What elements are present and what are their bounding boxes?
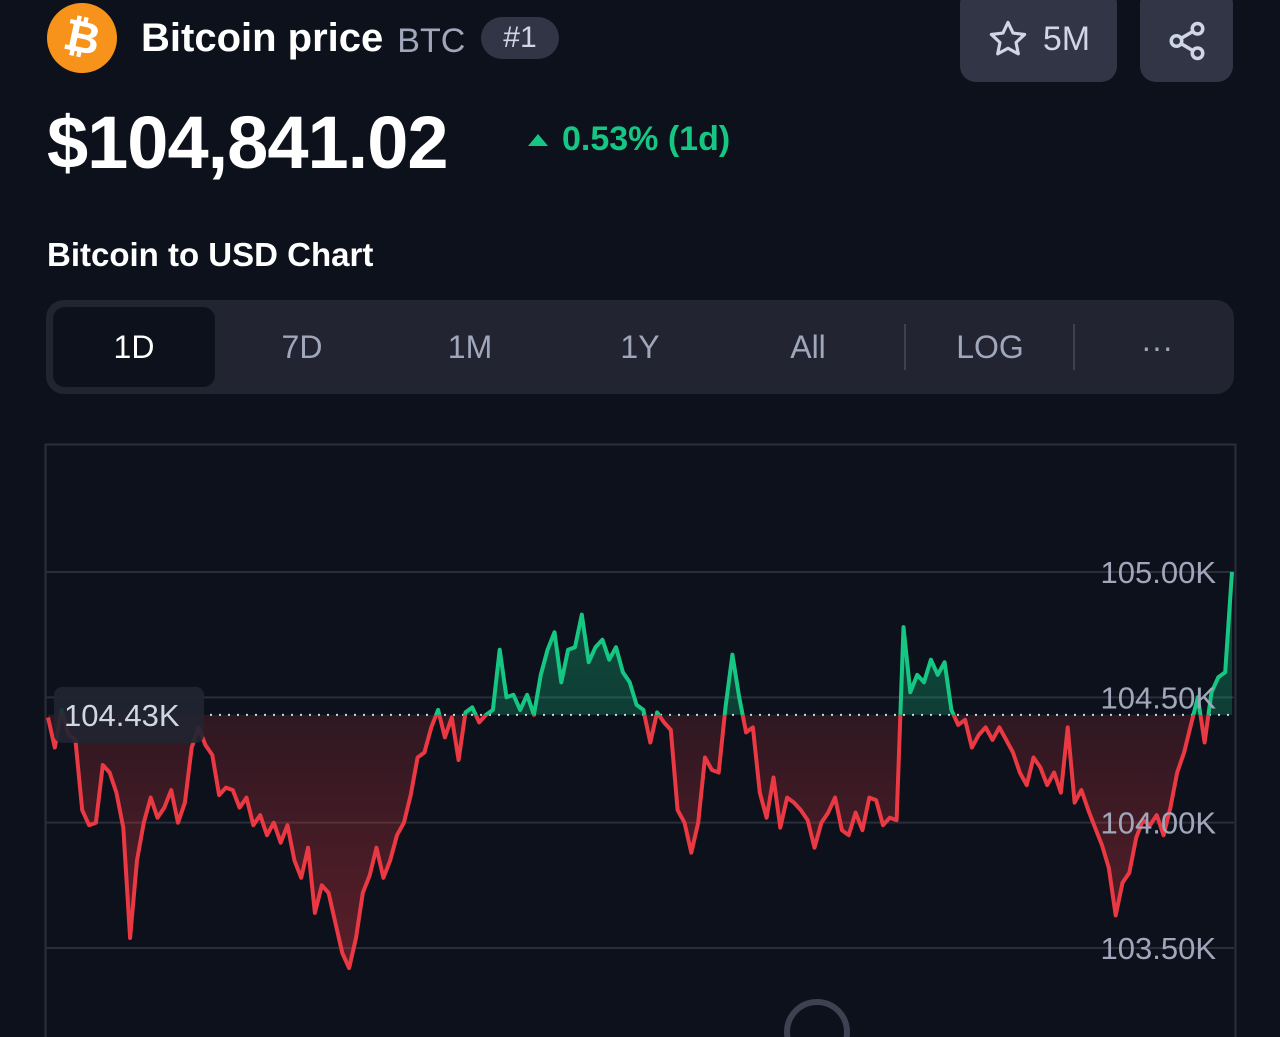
tab-log[interactable]: LOG xyxy=(912,307,1068,387)
bitcoin-glyph: ₿ xyxy=(59,9,105,66)
watchlist-count: 5M xyxy=(1042,19,1091,58)
y-tick-label: 105.00K xyxy=(1101,555,1217,590)
price-chart[interactable]: 105.00K 104.50K 104.00K 103.50K 104.43K xyxy=(0,430,1280,1037)
share-button[interactable] xyxy=(1140,0,1233,82)
y-tick-label: 103.50K xyxy=(1101,931,1217,966)
star-icon xyxy=(989,20,1027,56)
y-tick-label: 104.50K xyxy=(1101,680,1217,715)
bitcoin-logo-icon: ₿ xyxy=(47,3,117,73)
coin-header: ₿ Bitcoin price BTC #1 xyxy=(47,0,559,76)
price-change-value: 0.53% (1d) xyxy=(562,120,731,158)
tab-7d[interactable]: 7D xyxy=(220,307,384,387)
tab-1y[interactable]: 1Y xyxy=(556,307,724,387)
caret-up-icon xyxy=(528,133,548,146)
tab-all[interactable]: All xyxy=(726,307,890,387)
watchlist-button[interactable]: 5M xyxy=(960,0,1117,82)
baseline-label: 104.43K xyxy=(64,698,180,733)
range-selector: 1D 7D 1M 1Y All LOG ··· xyxy=(46,300,1234,394)
more-options-button[interactable]: ··· xyxy=(1082,307,1232,387)
range-divider xyxy=(904,324,906,370)
y-tick-label: 104.00K xyxy=(1101,806,1217,841)
chart-heading: Bitcoin to USD Chart xyxy=(47,236,374,273)
watermark-logo-icon xyxy=(784,999,850,1037)
share-icon xyxy=(1169,21,1204,61)
coin-name: Bitcoin price xyxy=(141,15,384,60)
rank-badge: #1 xyxy=(481,17,559,59)
range-divider xyxy=(1073,324,1075,370)
tab-1d[interactable]: 1D xyxy=(53,307,215,387)
area-below-baseline xyxy=(48,714,1209,969)
tab-1m[interactable]: 1M xyxy=(386,307,554,387)
current-price: $104,841.02 xyxy=(47,101,449,184)
coin-detail-page: ₿ Bitcoin price BTC #1 5M $104,841.02 0.… xyxy=(0,0,1280,1037)
coin-symbol: BTC xyxy=(397,21,466,60)
price-change: 0.53% (1d) xyxy=(526,120,730,159)
